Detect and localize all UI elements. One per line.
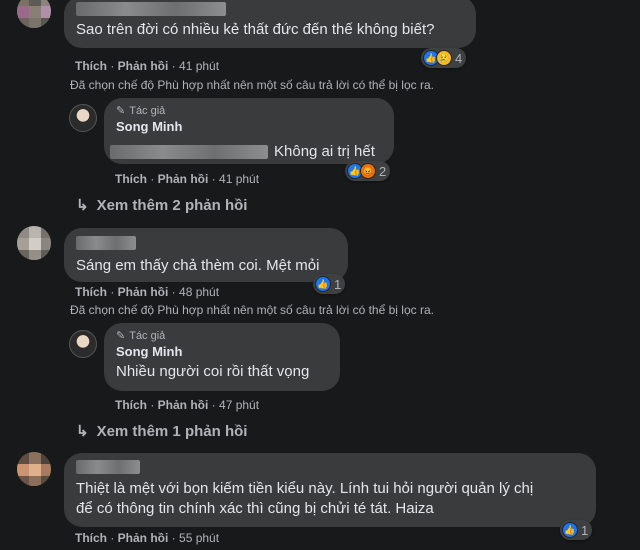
comment-time[interactable]: 48 phút <box>179 285 219 299</box>
comment-actions: Thích · Phản hồi · 48 phút <box>75 285 220 299</box>
comment-bubble: Thiệt là mệt với bọn kiếm tiền kiểu này.… <box>64 453 596 527</box>
reply-author-name[interactable]: Song Minh <box>116 119 382 134</box>
commenter-avatar[interactable] <box>17 226 51 260</box>
comment-text-line-1: Thiệt là mệt với bọn kiếm tiền kiểu này.… <box>76 480 534 497</box>
reply-button[interactable]: Phản hồi <box>118 285 169 299</box>
reply-arrow-icon: ↳ <box>76 197 89 214</box>
comment-time[interactable]: 55 phút <box>179 531 219 545</box>
like-button[interactable]: Thích <box>75 531 107 545</box>
author-avatar[interactable] <box>69 330 97 358</box>
like-button[interactable]: Thích <box>75 285 107 299</box>
pen-icon: ✎ <box>116 330 126 342</box>
comment-actions: Thích · Phản hồi · 41 phút <box>75 59 220 73</box>
filter-note: Đã chọn chế độ Phù hợp nhất nên một số c… <box>70 303 434 317</box>
reaction-count: 2 <box>379 163 387 179</box>
blurred-mention <box>110 145 268 159</box>
blurred-commenter-name[interactable] <box>76 236 136 250</box>
like-icon: 👍 <box>315 276 331 292</box>
like-button[interactable]: Thích <box>115 172 147 186</box>
reply-bubble: ✎ Tác giả Song Minh Nhiều người coi rồi … <box>104 323 340 391</box>
comment-bubble: Sao trên đời có nhiều kẻ thất đức đến th… <box>64 0 476 48</box>
sad-icon: 😢 <box>436 50 452 66</box>
filter-note: Đã chọn chế độ Phù hợp nhất nên một số c… <box>70 78 434 92</box>
reply-arrow-icon: ↳ <box>76 423 89 440</box>
like-button[interactable]: Thích <box>115 398 147 412</box>
pen-icon: ✎ <box>116 105 126 117</box>
reaction-summary[interactable]: 👍 1 <box>313 274 346 294</box>
comment-text: Sáng em thấy chả thèm coi. Mệt mỏi <box>76 257 320 274</box>
commenter-avatar[interactable] <box>17 452 51 486</box>
reaction-summary[interactable]: 👍 😡 2 <box>345 161 391 181</box>
comment-actions: Thích · Phản hồi · 55 phút <box>75 531 220 545</box>
angry-icon: 😡 <box>360 163 376 179</box>
comment-time[interactable]: 41 phút <box>179 59 219 73</box>
reply-author-name[interactable]: Song Minh <box>116 344 328 359</box>
author-badge-label: Tác giả <box>129 329 166 342</box>
author-badge: ✎ Tác giả <box>116 104 382 118</box>
like-icon: 👍 <box>562 522 578 538</box>
reply-actions: Thích · Phản hồi · 41 phút <box>115 172 260 186</box>
reaction-count: 1 <box>581 522 589 538</box>
reply-text: Nhiều người coi rồi thất vọng <box>116 363 310 380</box>
reply-bubble: ✎ Tác giả Song Minh Không ai trị hết <box>104 98 394 164</box>
comment-bubble: Sáng em thấy chả thèm coi. Mệt mỏi <box>64 228 348 282</box>
view-more-replies[interactable]: ↳ Xem thêm 2 phản hồi <box>76 196 248 215</box>
view-more-replies[interactable]: ↳ Xem thêm 1 phản hồi <box>76 422 248 441</box>
like-button[interactable]: Thích <box>75 59 107 73</box>
author-badge-label: Tác giả <box>129 104 166 117</box>
view-more-label: Xem thêm 2 phản hồi <box>96 196 248 214</box>
reaction-count: 4 <box>455 50 463 66</box>
reply-text: Không ai trị hết <box>274 143 375 160</box>
reply-button[interactable]: Phản hồi <box>118 59 169 73</box>
comment-text: Sao trên đời có nhiều kẻ thất đức đến th… <box>76 21 435 38</box>
author-avatar[interactable] <box>69 104 97 132</box>
author-badge: ✎ Tác giả <box>116 329 328 343</box>
reaction-summary[interactable]: 👍 1 <box>560 520 593 540</box>
reaction-count: 1 <box>334 276 342 292</box>
comment-text-line-2: để có thông tin chính xác thì cũng bị ch… <box>76 500 434 517</box>
commenter-avatar[interactable] <box>17 0 51 28</box>
blurred-commenter-name[interactable] <box>76 460 140 474</box>
view-more-label: Xem thêm 1 phản hồi <box>96 422 248 440</box>
reply-time[interactable]: 41 phút <box>219 172 259 186</box>
reply-actions: Thích · Phản hồi · 47 phút <box>115 398 260 412</box>
blurred-commenter-name[interactable] <box>76 2 226 16</box>
reply-time[interactable]: 47 phút <box>219 398 259 412</box>
reply-button[interactable]: Phản hồi <box>158 398 209 412</box>
reply-button[interactable]: Phản hồi <box>118 531 169 545</box>
reaction-summary[interactable]: 👍 😢 4 <box>421 48 467 68</box>
reply-button[interactable]: Phản hồi <box>158 172 209 186</box>
